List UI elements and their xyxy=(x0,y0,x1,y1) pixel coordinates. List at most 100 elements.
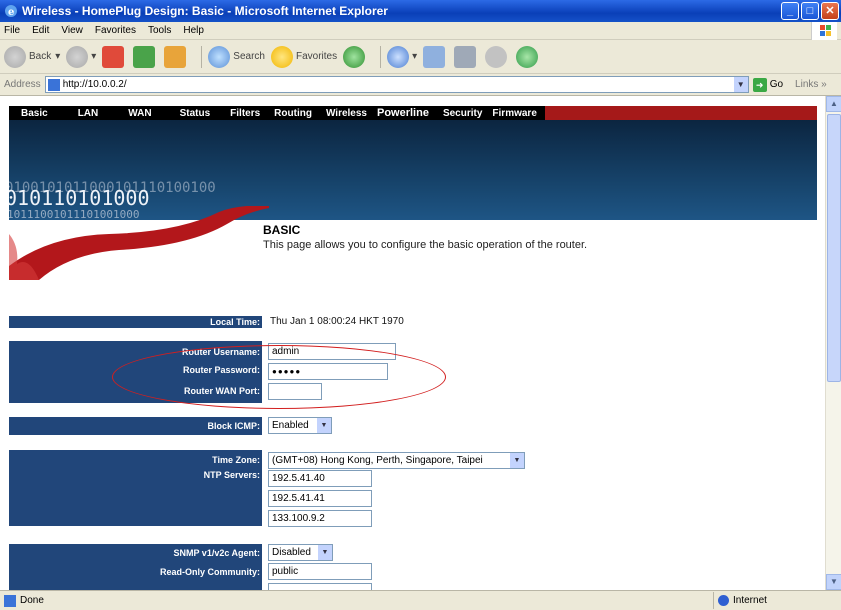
back-arrow-icon xyxy=(4,45,26,68)
close-button[interactable]: ✕ xyxy=(821,2,839,20)
stop-icon xyxy=(102,45,125,68)
address-label: Address xyxy=(4,79,41,90)
scroll-up-icon[interactable]: ▲ xyxy=(826,96,841,112)
address-input[interactable]: http://10.0.0.2/ ▼ xyxy=(44,76,749,93)
mail-icon xyxy=(423,45,446,68)
menu-help[interactable]: Help xyxy=(183,25,204,36)
security-zone: Internet xyxy=(713,592,841,609)
chevron-down-icon: ▾ xyxy=(91,51,97,62)
history-icon xyxy=(387,45,410,68)
nav-firmware[interactable]: Firmware xyxy=(492,108,536,119)
globe-icon xyxy=(718,595,729,606)
window-title-bar: e Wireless - HomePlug Design: Basic - Mi… xyxy=(0,0,841,22)
go-button[interactable]: ➜ Go xyxy=(752,77,783,92)
page-viewport: Basic LAN WAN Status Filters Routing Wir… xyxy=(0,96,825,590)
windows-logo-icon xyxy=(811,22,837,40)
menu-edit[interactable]: Edit xyxy=(32,25,49,36)
go-arrow-icon: ➜ xyxy=(752,77,767,92)
chevron-down-icon: ▾ xyxy=(412,51,418,62)
readonly-community-input[interactable]: public xyxy=(268,563,372,580)
ntp-server-3[interactable]: 133.100.9.2 xyxy=(268,510,372,527)
readonly-community-label: Read-Only Community: xyxy=(159,567,260,577)
address-bar: Address http://10.0.0.2/ ▼ ➜ Go Links » xyxy=(0,74,841,96)
media-button[interactable] xyxy=(343,45,368,68)
vertical-scrollbar[interactable]: ▲ ▼ xyxy=(825,96,841,590)
stop-button[interactable] xyxy=(102,45,127,68)
toolbar: Back ▾ ▾ Search Favorites ▾ xyxy=(0,40,841,74)
nav-wan[interactable]: WAN xyxy=(128,108,151,119)
timezone-select[interactable]: (GMT+08) Hong Kong, Perth, Singapore, Ta… xyxy=(268,452,525,469)
address-dropdown-icon[interactable]: ▼ xyxy=(733,77,748,92)
nav-powerline[interactable]: Powerline xyxy=(377,107,429,119)
local-time-value: Thu Jan 1 08:00:24 HKT 1970 xyxy=(270,316,404,327)
chevron-down-icon: ▾ xyxy=(55,51,61,62)
page-icon xyxy=(4,594,16,607)
banner-red-wave xyxy=(9,206,269,280)
links-button[interactable]: Links » xyxy=(795,79,827,90)
star-icon xyxy=(270,45,293,68)
snmp-label: SNMP v1/v2c Agent: xyxy=(173,548,260,558)
nav-basic[interactable]: Basic xyxy=(21,108,48,119)
menu-bar: File Edit View Favorites Tools Help xyxy=(0,22,841,40)
back-button[interactable]: Back ▾ xyxy=(4,45,61,68)
ie-icon: e xyxy=(5,5,17,18)
timezone-label: Time Zone: xyxy=(212,455,260,465)
messenger-button[interactable] xyxy=(516,45,541,68)
minimize-button[interactable]: _ xyxy=(781,2,799,20)
forward-button[interactable]: ▾ xyxy=(66,45,97,68)
block-icmp-label: Block ICMP: xyxy=(207,421,260,431)
menu-file[interactable]: File xyxy=(4,25,20,36)
highlight-oval xyxy=(112,345,446,409)
nav-security[interactable]: Security xyxy=(443,108,482,119)
chevron-down-icon: ▼ xyxy=(510,453,524,468)
router-nav-bar: Basic LAN WAN Status Filters Routing Wir… xyxy=(9,106,817,120)
status-done: Done xyxy=(4,594,44,607)
timezone-value: (GMT+08) Hong Kong, Perth, Singapore, Ta… xyxy=(272,455,483,466)
media-icon xyxy=(343,45,366,68)
discuss-button[interactable] xyxy=(485,45,510,68)
nav-wireless[interactable]: Wireless xyxy=(326,108,367,119)
scroll-down-icon[interactable]: ▼ xyxy=(826,574,841,590)
page-icon xyxy=(47,78,60,91)
search-button[interactable]: Search xyxy=(208,45,265,68)
nav-status[interactable]: Status xyxy=(180,108,211,119)
ntp-server-1[interactable]: 192.5.41.40 xyxy=(268,470,372,487)
block-icmp-value: Enabled xyxy=(272,420,309,431)
ntp-server-2[interactable]: 192.5.41.41 xyxy=(268,490,372,507)
status-bar: Done Internet xyxy=(0,590,841,610)
chevron-down-icon: ▼ xyxy=(318,545,332,560)
mail-button[interactable] xyxy=(423,45,448,68)
home-button[interactable] xyxy=(164,45,189,68)
nav-routing[interactable]: Routing xyxy=(274,108,312,119)
snmp-value: Disabled xyxy=(272,547,311,558)
block-icmp-select[interactable]: Enabled ▼ xyxy=(268,417,332,434)
search-icon xyxy=(208,45,231,68)
ntp-label: NTP Servers: xyxy=(203,470,260,480)
header-banner: 0100101011000101110100100 010110101000 1… xyxy=(9,120,817,220)
local-time-label: Local Time: xyxy=(210,317,260,327)
nav-lan[interactable]: LAN xyxy=(78,108,99,119)
page-description: This page allows you to configure the ba… xyxy=(263,239,588,251)
page-title: BASIC xyxy=(263,223,301,237)
snmp-select[interactable]: Disabled ▼ xyxy=(268,544,333,561)
maximize-button[interactable]: □ xyxy=(801,2,819,20)
nav-decoration xyxy=(544,106,817,120)
favorites-button[interactable]: Favorites xyxy=(270,45,337,68)
print-button[interactable] xyxy=(454,45,479,68)
nav-filters[interactable]: Filters xyxy=(230,108,260,119)
menu-favorites[interactable]: Favorites xyxy=(95,25,136,36)
refresh-button[interactable] xyxy=(133,45,158,68)
home-icon xyxy=(164,45,187,68)
svg-text:e: e xyxy=(8,7,14,18)
forward-arrow-icon xyxy=(66,45,89,68)
messenger-icon xyxy=(516,45,539,68)
scrollbar-thumb[interactable] xyxy=(827,114,841,382)
readwrite-community-input[interactable] xyxy=(268,583,372,590)
history-button[interactable]: ▾ xyxy=(387,45,418,68)
menu-tools[interactable]: Tools xyxy=(148,25,171,36)
menu-view[interactable]: View xyxy=(61,25,83,36)
chevron-down-icon: ▼ xyxy=(317,418,331,433)
refresh-icon xyxy=(133,45,156,68)
print-icon xyxy=(454,45,477,68)
discuss-icon xyxy=(485,45,508,68)
